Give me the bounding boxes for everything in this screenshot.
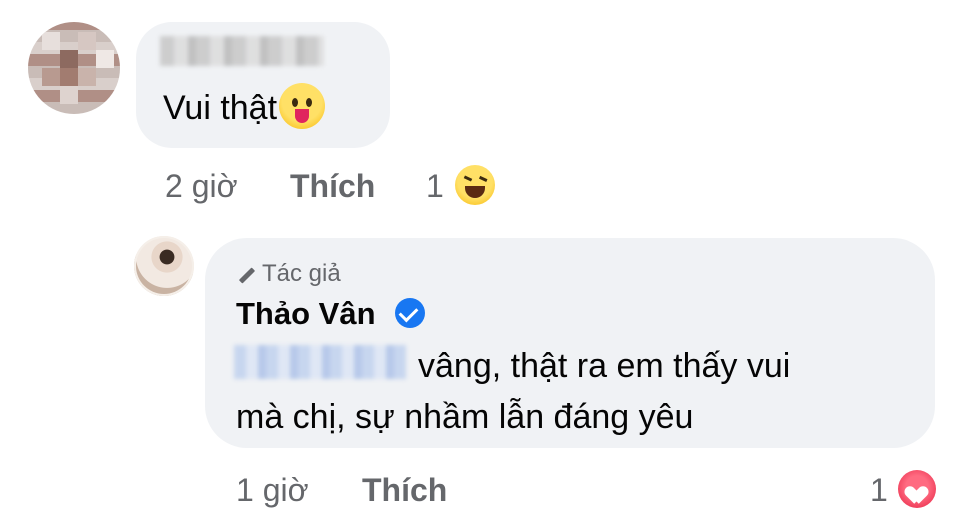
tongue-out-emoji-icon xyxy=(279,83,326,130)
verified-badge-icon xyxy=(395,298,425,328)
author-badge: Tác giả xyxy=(236,260,341,288)
laughing-emoji-icon[interactable] xyxy=(455,165,495,205)
reply-text-line-2: mà chị, sự nhầm lẫn đáng yêu xyxy=(236,398,694,436)
reply-reaction-count[interactable]: 1 xyxy=(870,472,888,509)
mention-tag-blurred[interactable] xyxy=(234,345,406,379)
reply-author-name[interactable]: Thảo Vân xyxy=(236,296,376,332)
reply-like-button[interactable]: Thích xyxy=(362,472,447,509)
comment-like-button[interactable]: Thích xyxy=(290,168,375,205)
commenter-name-blurred[interactable] xyxy=(160,36,324,66)
author-avatar[interactable] xyxy=(134,236,194,296)
love-heart-icon[interactable] xyxy=(898,470,936,508)
comment-timestamp[interactable]: 2 giờ xyxy=(165,168,238,205)
comment-text-content: Vui thật xyxy=(163,89,278,127)
reply-text-line-1: vâng, thật ra em thấy vui xyxy=(418,347,791,385)
comment-text: Vui thật xyxy=(163,83,326,130)
commenter-avatar-blurred[interactable] xyxy=(28,22,120,114)
pencil-icon xyxy=(236,265,256,285)
reply-timestamp[interactable]: 1 giờ xyxy=(236,472,309,509)
author-badge-label: Tác giả xyxy=(262,260,341,287)
comment-reaction-count[interactable]: 1 xyxy=(426,168,444,205)
